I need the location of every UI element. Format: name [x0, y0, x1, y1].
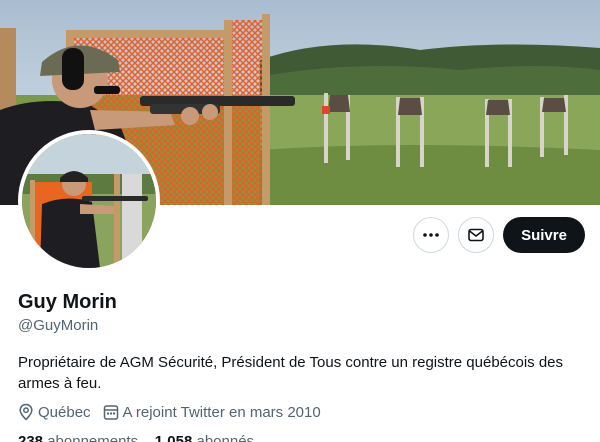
profile-bio: Propriétaire de AGM Sécurité, Président …	[18, 354, 564, 392]
followers-label: abonnés	[196, 433, 255, 442]
joined-text: A rejoint Twitter en mars 2010	[122, 403, 321, 421]
calendar-icon	[103, 405, 118, 420]
location-pin-icon	[19, 403, 33, 421]
profile-avatar[interactable]	[18, 130, 160, 272]
joined-item: A rejoint Twitter en mars 2010	[103, 403, 321, 421]
profile-name: Guy Morin	[18, 291, 117, 313]
location-item: Québec	[18, 403, 91, 421]
location-text: Québec	[38, 403, 91, 421]
message-button[interactable]	[458, 217, 494, 253]
followers-link[interactable]: 1 058 abonnés	[155, 433, 254, 442]
following-label: abonnements	[47, 433, 139, 442]
avatar-photo	[22, 134, 156, 268]
following-count: 238	[18, 433, 44, 442]
envelope-icon	[468, 228, 484, 242]
profile-actions: Suivre	[413, 217, 585, 253]
profile-stats: 238 abonnements 1 058 abonnés	[18, 433, 254, 442]
profile-handle: @GuyMorin	[18, 317, 99, 334]
more-button[interactable]	[413, 217, 449, 253]
followers-count: 1 058	[154, 433, 193, 442]
profile-meta: Québec A rejoint Twitter en mars 2010	[18, 403, 333, 421]
following-link[interactable]: 238 abonnements	[18, 433, 138, 442]
more-horizontal-icon	[423, 233, 439, 237]
follow-button[interactable]: Suivre	[503, 217, 585, 253]
